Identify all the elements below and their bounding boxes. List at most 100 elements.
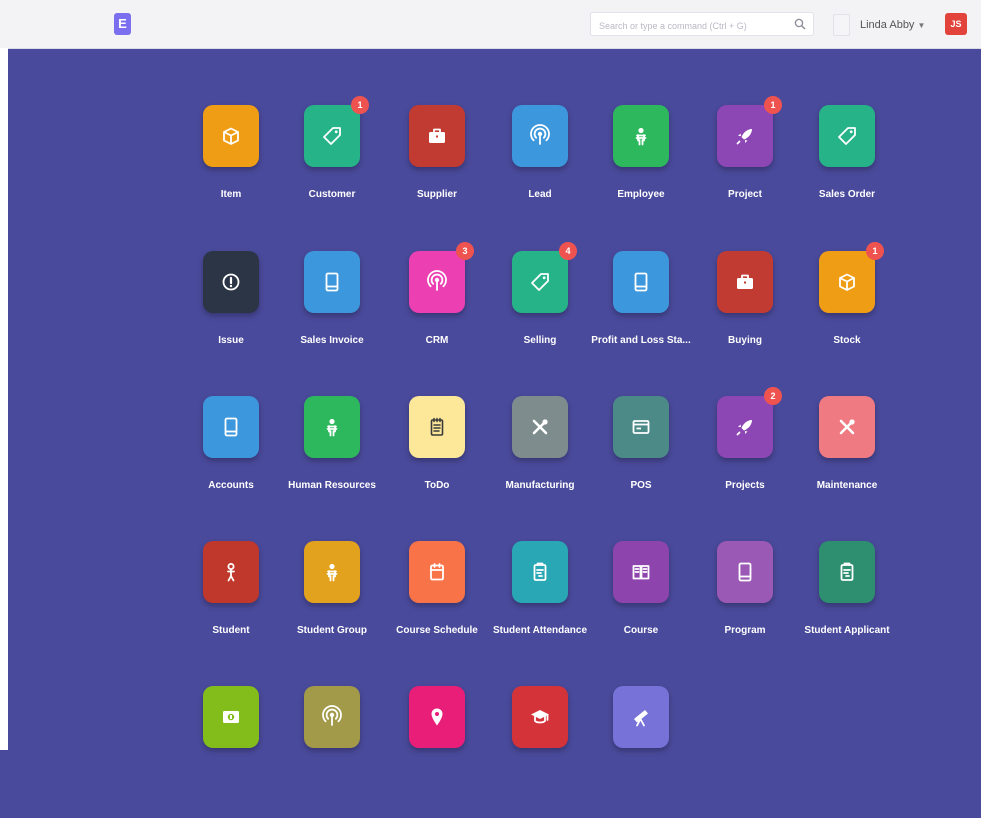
module-icon[interactable] (819, 105, 875, 167)
module-tile[interactable]: Employee (588, 105, 692, 237)
tablet-icon (224, 417, 238, 437)
module-tile[interactable]: Course Schedule (384, 541, 488, 673)
module-tile[interactable]: 3 CRM (384, 242, 488, 383)
location-icon (431, 708, 443, 726)
module-tile[interactable]: POS (588, 396, 692, 528)
module-tile[interactable]: Accounts (178, 396, 282, 528)
book-icon (632, 565, 650, 580)
module-icon[interactable] (512, 105, 568, 167)
module-icon[interactable] (613, 105, 669, 167)
module-icon[interactable] (304, 541, 360, 603)
module-label: Profit and Loss Sta... (591, 335, 691, 346)
module-label: Student Group (297, 625, 367, 636)
module-label: Program (724, 625, 766, 636)
tools-icon (839, 419, 855, 435)
module-tile[interactable]: 2 Projects (692, 387, 796, 528)
module-label: Maintenance (816, 480, 878, 491)
module-icon[interactable] (819, 251, 875, 313)
module-icon[interactable] (203, 541, 259, 603)
module-tile[interactable]: 1 Project (692, 96, 796, 237)
person-icon (326, 563, 338, 582)
module-tile[interactable]: Course (588, 541, 692, 673)
card-icon (632, 420, 650, 434)
module-icon[interactable] (409, 686, 465, 748)
module-icon[interactable] (613, 686, 669, 748)
module-icon[interactable] (613, 396, 669, 458)
module-tile[interactable]: Maintenance (794, 396, 898, 528)
module-tile[interactable]: Sales Order (794, 105, 898, 237)
module-icon[interactable] (819, 541, 875, 603)
module-icon[interactable] (203, 105, 259, 167)
module-tile[interactable]: Profit and Loss Sta... (588, 251, 692, 383)
module-label: Buying (728, 335, 762, 346)
module-tile[interactable] (487, 686, 591, 818)
module-label: Student (212, 625, 250, 636)
person-icon (635, 127, 647, 146)
module-icon[interactable] (717, 541, 773, 603)
module-label: ToDo (424, 480, 450, 491)
module-icon[interactable] (409, 251, 465, 313)
module-tile[interactable] (588, 686, 692, 818)
module-tile[interactable]: Lead (487, 105, 591, 237)
module-icon[interactable] (512, 396, 568, 458)
rocket-icon (736, 420, 752, 436)
module-icon[interactable] (409, 105, 465, 167)
module-tile[interactable]: Student Applicant (794, 541, 898, 673)
module-icon[interactable] (409, 541, 465, 603)
module-label: Selling (523, 335, 557, 346)
module-icon[interactable] (203, 686, 259, 748)
module-tile[interactable]: Manufacturing (487, 396, 591, 528)
tools-icon (532, 419, 548, 435)
module-icon[interactable] (819, 396, 875, 458)
broadcast-icon (530, 124, 550, 145)
module-tile[interactable] (279, 686, 383, 818)
module-tile[interactable]: Supplier (384, 105, 488, 237)
module-tile[interactable]: Item (178, 105, 282, 237)
module-tile[interactable]: Issue (178, 251, 282, 383)
module-icon[interactable] (717, 396, 773, 458)
module-icon[interactable] (304, 105, 360, 167)
broadcast-icon (322, 705, 342, 726)
tag-icon (531, 273, 549, 291)
tablet-icon (634, 272, 648, 292)
module-label: Sales Order (818, 189, 876, 200)
module-label: Employee (617, 189, 665, 200)
module-icon[interactable] (203, 396, 259, 458)
module-tile[interactable]: Sales Invoice (279, 251, 383, 383)
module-tile[interactable]: 1 Stock (794, 242, 898, 383)
module-label: CRM (425, 335, 449, 346)
module-label: Projects (725, 480, 765, 491)
module-tile[interactable]: 1 Customer (279, 96, 383, 237)
module-grid: Item 1 Customer Supplier Lead Employee 1 Projec… (0, 0, 981, 750)
module-icon[interactable] (613, 541, 669, 603)
module-tile[interactable]: Human Resources (279, 396, 383, 528)
module-tile[interactable]: Buying (692, 251, 796, 383)
module-label: Course Schedule (396, 625, 478, 636)
notification-badge: 1 (351, 96, 369, 114)
module-tile[interactable]: Student Attendance (487, 541, 591, 673)
module-icon[interactable] (613, 251, 669, 313)
module-label: Manufacturing (505, 480, 575, 491)
module-icon[interactable] (512, 541, 568, 603)
module-icon[interactable] (512, 251, 568, 313)
telescope-icon (634, 710, 648, 727)
module-tile[interactable]: Student (178, 541, 282, 673)
module-tile[interactable]: ToDo (384, 396, 488, 528)
module-tile[interactable] (384, 686, 488, 818)
module-tile[interactable]: 4 Selling (487, 242, 591, 383)
tablet-icon (738, 562, 752, 582)
module-label: Course (623, 625, 659, 636)
calendar-icon (430, 563, 444, 581)
module-icon[interactable] (409, 396, 465, 458)
module-tile[interactable] (178, 686, 282, 818)
module-icon[interactable] (717, 105, 773, 167)
module-icon[interactable] (717, 251, 773, 313)
module-icon[interactable] (203, 251, 259, 313)
module-icon[interactable] (304, 251, 360, 313)
module-icon[interactable] (304, 396, 360, 458)
module-icon[interactable] (304, 686, 360, 748)
module-tile[interactable]: Student Group (279, 541, 383, 673)
module-label: Sales Invoice (300, 335, 364, 346)
module-icon[interactable] (512, 686, 568, 748)
module-tile[interactable]: Program (692, 541, 796, 673)
